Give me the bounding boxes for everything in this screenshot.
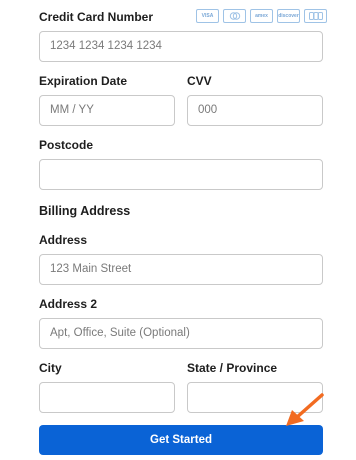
- address2-label: Address 2: [39, 297, 98, 311]
- address2-input[interactable]: Apt, Office, Suite (Optional): [39, 318, 323, 349]
- visa-icon: VISA: [196, 9, 219, 23]
- cvv-label: CVV: [187, 74, 212, 88]
- card-number-label: Credit Card Number: [39, 10, 154, 24]
- expiration-input[interactable]: MM / YY: [39, 95, 175, 126]
- postcode-label: Postcode: [39, 138, 94, 152]
- city-input[interactable]: [39, 382, 175, 413]
- postcode-input[interactable]: [39, 159, 323, 190]
- city-label: City: [39, 361, 62, 375]
- cvv-input[interactable]: 000: [187, 95, 323, 126]
- state-label: State / Province: [187, 361, 278, 375]
- card-number-input[interactable]: 1234 1234 1234 1234: [39, 31, 323, 62]
- card-brand-icons: VISA amex discover: [196, 9, 327, 23]
- address-label: Address: [39, 233, 88, 247]
- pointer-arrow-icon: [286, 393, 324, 426]
- billing-address-heading: Billing Address: [39, 204, 131, 218]
- mastercard-icon: [223, 9, 246, 23]
- jcb-icon: [304, 9, 327, 23]
- amex-icon: amex: [250, 9, 273, 23]
- get-started-button[interactable]: Get Started: [39, 425, 323, 455]
- expiration-label: Expiration Date: [39, 74, 128, 88]
- address-input[interactable]: 123 Main Street: [39, 254, 323, 285]
- discover-icon: discover: [277, 9, 300, 23]
